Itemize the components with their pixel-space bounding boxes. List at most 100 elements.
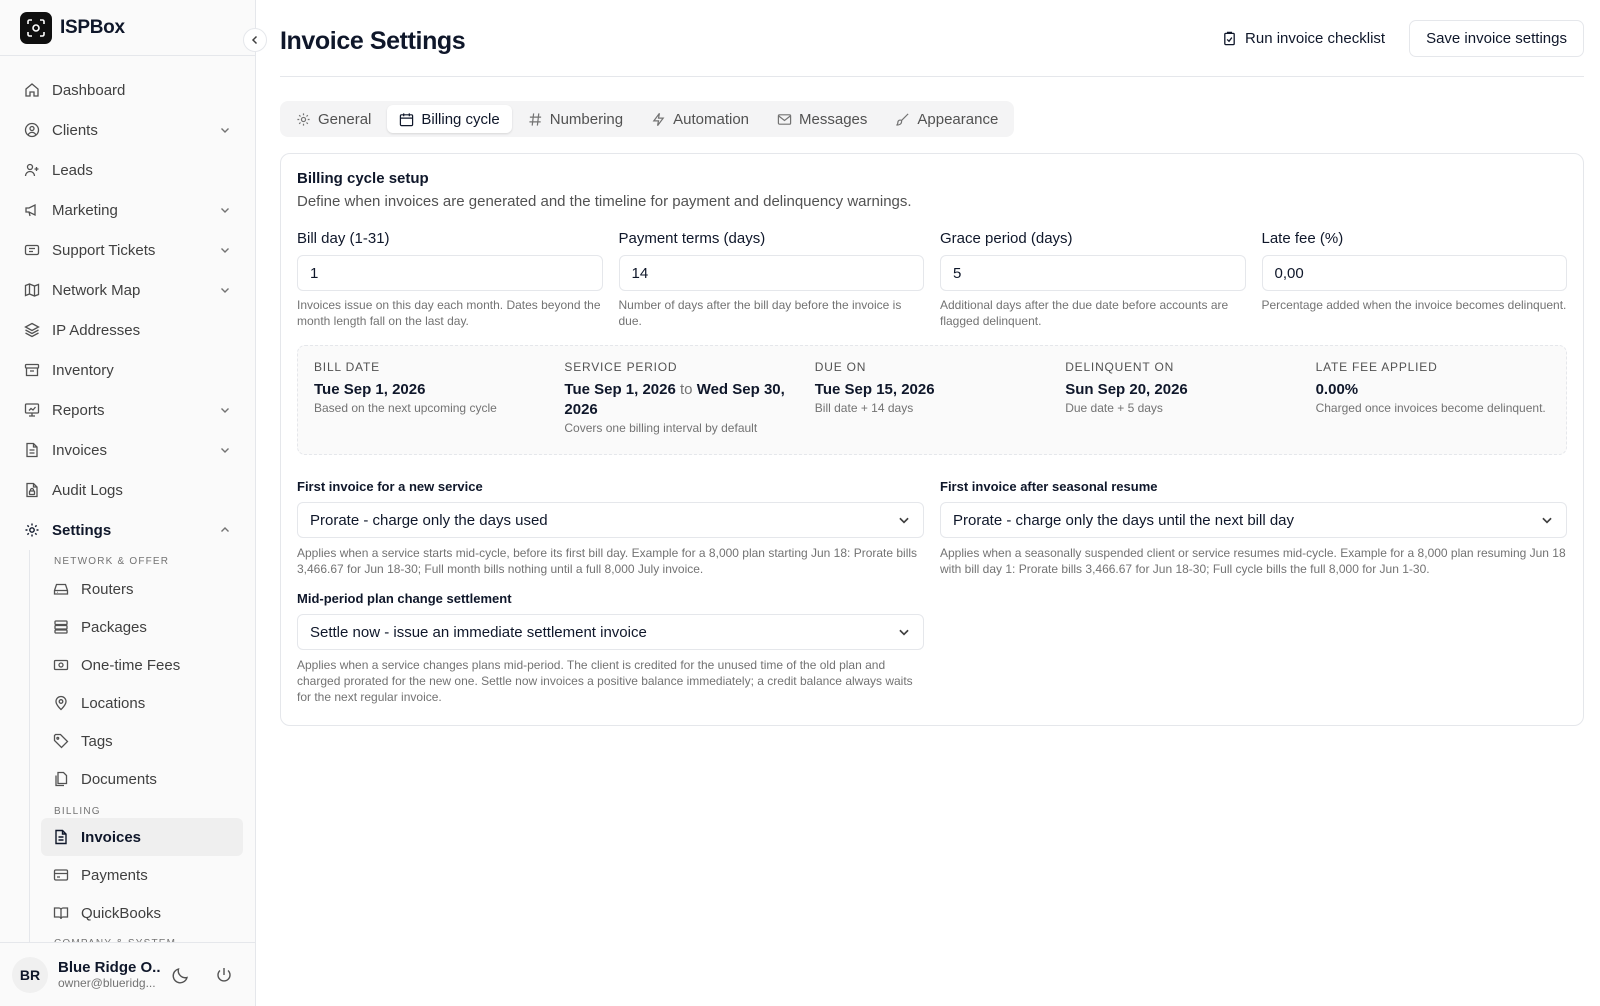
tab-automation[interactable]: Automation bbox=[639, 105, 761, 133]
tab-numbering[interactable]: Numbering bbox=[516, 105, 635, 133]
avatar[interactable]: BR bbox=[12, 956, 48, 993]
card-description: Define when invoices are generated and t… bbox=[297, 193, 912, 210]
user-name: Blue Ridge O... bbox=[58, 959, 161, 976]
run-checklist-button[interactable]: Run invoice checklist bbox=[1210, 22, 1397, 55]
collapse-sidebar-button[interactable] bbox=[243, 28, 267, 52]
sub-item-routers[interactable]: Routers bbox=[41, 570, 243, 608]
late-fee-input[interactable]: 0,00 bbox=[1261, 255, 1567, 291]
sub-item-locations[interactable]: Locations bbox=[41, 684, 243, 722]
chevron-down-icon bbox=[899, 517, 909, 524]
summary-value: Sun Sep 20, 2026 bbox=[1065, 381, 1188, 398]
summary-value: Tue Sep 1, 2026 to Wed Sep 30, 2026 bbox=[564, 380, 798, 420]
hash-icon bbox=[529, 112, 541, 126]
new-service-select[interactable]: Prorate - charge only the days used bbox=[297, 502, 924, 538]
archive-icon bbox=[24, 363, 40, 377]
summary-note: Covers one billing interval by default bbox=[564, 421, 758, 435]
moon-icon[interactable] bbox=[171, 965, 191, 985]
tab-label: Billing cycle bbox=[421, 110, 500, 128]
user-circle-icon bbox=[24, 122, 40, 138]
field-label: Grace period (days) bbox=[940, 230, 1073, 247]
seasonal-resume-select[interactable]: Prorate - charge only the days until the… bbox=[940, 502, 1567, 538]
field-help: Number of days after the bill day before… bbox=[618, 298, 902, 328]
select-help: Applies when a seasonally suspended clie… bbox=[940, 546, 1566, 576]
nav-item-invoices[interactable]: Invoices bbox=[12, 430, 243, 470]
nav-label: Dashboard bbox=[52, 81, 126, 99]
home-icon bbox=[25, 83, 39, 97]
tag-icon bbox=[53, 733, 69, 749]
sub-item-documents[interactable]: Documents bbox=[41, 760, 243, 798]
tab-billing-cycle[interactable]: Billing cycle bbox=[387, 105, 512, 133]
sub-item-one-time-fees[interactable]: One-time Fees bbox=[41, 646, 243, 684]
nav-item-support-tickets[interactable]: Support Tickets bbox=[12, 230, 243, 270]
user-info[interactable]: Blue Ridge O... owner@blueridg... bbox=[58, 959, 161, 990]
summary-service-period: SERVICE PERIOD Tue Sep 1, 2026 to Wed Se… bbox=[564, 360, 798, 440]
tab-messages[interactable]: Messages bbox=[765, 105, 879, 133]
nav-item-clients[interactable]: Clients bbox=[12, 110, 243, 150]
section-label: NETWORK & OFFER bbox=[54, 556, 170, 567]
nav-item-inventory[interactable]: Inventory bbox=[12, 350, 243, 390]
summary-due-on: DUE ON Tue Sep 15, 2026 Bill date + 14 d… bbox=[815, 360, 1049, 440]
billing-cycle-card: Billing cycle setup Define when invoices… bbox=[280, 153, 1584, 726]
grace-period-input[interactable]: 5 bbox=[940, 255, 1246, 291]
sub-item-payments[interactable]: Payments bbox=[41, 856, 243, 894]
summary-delinquent-on: DELINQUENT ON Sun Sep 20, 2026 Due date … bbox=[1065, 360, 1299, 440]
nav-label: Audit Logs bbox=[52, 481, 123, 499]
sub-item-label: Invoices bbox=[81, 828, 142, 846]
clipboard-check-icon bbox=[1224, 31, 1235, 45]
sub-item-tags[interactable]: Tags bbox=[41, 722, 243, 760]
sub-item-label: Packages bbox=[81, 618, 147, 636]
sub-item-packages[interactable]: Packages bbox=[41, 608, 243, 646]
period-start: Tue Sep 1, 2026 bbox=[564, 381, 676, 398]
payment-terms-input[interactable]: 14 bbox=[618, 255, 924, 291]
nav-item-marketing[interactable]: Marketing bbox=[12, 190, 243, 230]
sub-item-label: Documents bbox=[81, 770, 157, 788]
nav-item-settings[interactable]: Settings bbox=[12, 510, 243, 550]
summary-note: Based on the next upcoming cycle bbox=[314, 401, 497, 415]
nav-item-reports[interactable]: Reports bbox=[12, 390, 243, 430]
tab-appearance[interactable]: Appearance bbox=[883, 105, 1010, 133]
power-icon[interactable] bbox=[215, 966, 233, 984]
bill-day-input[interactable]: 1 bbox=[297, 255, 603, 291]
calendar-icon bbox=[400, 112, 414, 126]
select-label: First invoice for a new service bbox=[297, 479, 483, 494]
summary-label: LATE FEE APPLIED bbox=[1315, 360, 1438, 374]
tab-general[interactable]: General bbox=[284, 105, 383, 133]
gear-icon bbox=[297, 112, 310, 126]
sub-item-label: Locations bbox=[81, 694, 146, 712]
nav-item-ip-addresses[interactable]: IP Addresses bbox=[12, 310, 243, 350]
chevron-up-icon bbox=[221, 527, 229, 532]
nav-item-network-map[interactable]: Network Map bbox=[12, 270, 243, 310]
nav-label: IP Addresses bbox=[52, 321, 141, 339]
nav-label: Reports bbox=[52, 401, 105, 419]
sub-item-invoices[interactable]: Invoices bbox=[41, 818, 243, 856]
sub-item-quickbooks[interactable]: QuickBooks bbox=[41, 894, 243, 932]
page-title: Invoice Settings bbox=[280, 26, 466, 55]
settings-tabs: General Billing cycle Numbering Automati… bbox=[280, 101, 1015, 137]
cycle-summary: BILL DATE Tue Sep 1, 2026 Based on the n… bbox=[297, 345, 1567, 455]
field-help: Percentage added when the invoice become… bbox=[1261, 298, 1567, 312]
nav-item-dashboard[interactable]: Dashboard bbox=[12, 70, 243, 110]
summary-label: BILL DATE bbox=[314, 360, 380, 374]
chevron-down-icon bbox=[221, 288, 229, 293]
plan-change-select[interactable]: Settle now - issue an immediate settleme… bbox=[297, 614, 924, 650]
user-plus-icon bbox=[24, 163, 39, 177]
mail-icon bbox=[777, 113, 792, 125]
layers-icon bbox=[24, 322, 40, 338]
field-new-service: First invoice for a new service Prorate … bbox=[297, 479, 924, 577]
field-seasonal-resume: First invoice after seasonal resume Pror… bbox=[940, 479, 1567, 577]
page-header: Invoice Settings Run invoice checklist S… bbox=[280, 0, 1584, 77]
nav-item-audit-logs[interactable]: Audit Logs bbox=[12, 470, 243, 510]
nav-item-leads[interactable]: Leads bbox=[12, 150, 243, 190]
summary-label: DELINQUENT ON bbox=[1065, 360, 1175, 374]
summary-value: 0.00% bbox=[1315, 381, 1359, 398]
tab-label: General bbox=[318, 110, 372, 128]
brand[interactable]: ISPBox bbox=[0, 0, 255, 56]
sidebar: ISPBox Dashboard Clients Leads Marketing bbox=[0, 0, 267, 1006]
nav-label: Inventory bbox=[52, 361, 114, 379]
sub-item-label: Routers bbox=[81, 580, 134, 598]
field-label: Payment terms (days) bbox=[618, 230, 766, 247]
summary-value: Tue Sep 15, 2026 bbox=[814, 381, 935, 398]
save-settings-button[interactable]: Save invoice settings bbox=[1409, 19, 1584, 57]
nav-label: Settings bbox=[52, 521, 112, 539]
card-title: Billing cycle setup bbox=[297, 170, 429, 187]
